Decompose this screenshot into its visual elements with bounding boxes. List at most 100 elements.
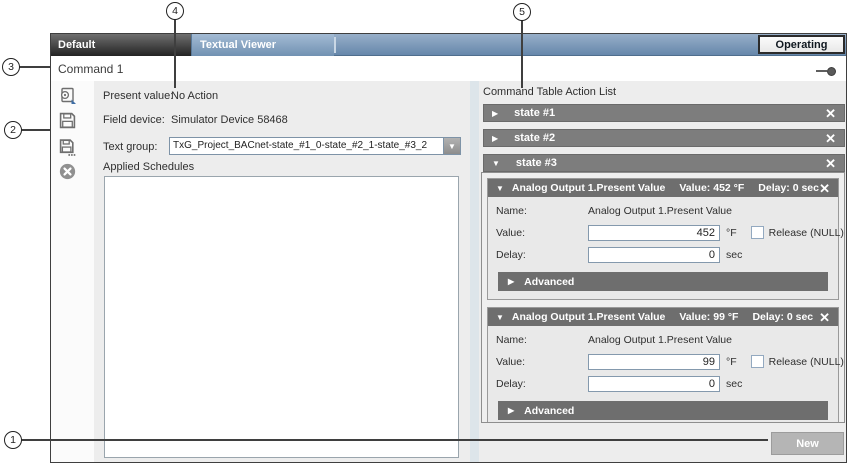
text-group-value: TxG_Project_BACnet-state_#1_0-state_#2_1… [173, 140, 427, 151]
state-1-header[interactable]: ▶ state #1 ✕ [483, 104, 845, 122]
tab-default[interactable]: Default [51, 34, 191, 56]
panel-divider [470, 81, 479, 462]
screenshot-canvas: Default Textual Viewer Operating Command… [0, 0, 850, 468]
delay-row: Delay: sec [496, 246, 830, 263]
callout-5: 5 [513, 3, 531, 21]
tab-separator [334, 37, 336, 53]
state-3-label: state #3 [516, 157, 557, 169]
collapse-icon: ▼ [496, 184, 504, 193]
tab-bar: Default Textual Viewer Operating [51, 34, 846, 56]
value-unit: °F [726, 356, 737, 368]
state-2-label: state #2 [514, 132, 555, 144]
content-area: Present value: No Action Field device: S… [51, 81, 846, 462]
action-list-title: Command Table Action List [483, 86, 616, 98]
value-label: Value: [496, 227, 588, 239]
callout-4: 4 [166, 2, 184, 20]
action-panel: ▼ Analog Output 1.Present Value Value: 4… [487, 178, 839, 300]
close-icon[interactable]: ✕ [819, 311, 830, 324]
delay-input[interactable] [588, 247, 720, 263]
action-title: Analog Output 1.Present Value [512, 182, 665, 194]
value-row: Value: °F Release (NULL) [496, 353, 830, 370]
delay-unit: sec [726, 249, 742, 261]
callout-5-line [521, 20, 523, 88]
release-label: Release (NULL) [769, 227, 844, 239]
release-label: Release (NULL) [769, 356, 844, 368]
delay-row: Delay: sec [496, 375, 830, 392]
delay-label: Delay: [496, 378, 588, 390]
new-button[interactable]: New [771, 432, 844, 455]
action-title: Analog Output 1.Present Value [512, 311, 665, 323]
collapse-icon: ▼ [492, 159, 500, 168]
present-value: No Action [171, 90, 218, 102]
pin-icon[interactable] [816, 67, 836, 76]
state-1-label: state #1 [514, 107, 555, 119]
name-label: Name: [496, 205, 588, 217]
field-device: Simulator Device 58468 [171, 114, 288, 126]
release-checkbox[interactable] [751, 355, 764, 368]
action-summary-delay: Delay: 0 sec [758, 182, 819, 194]
advanced-label: Advanced [524, 405, 574, 417]
delay-unit: sec [726, 378, 742, 390]
dropdown-arrow-icon[interactable]: ▼ [443, 138, 460, 154]
state-3-header[interactable]: ▼ state #3 ✕ [483, 154, 845, 172]
callout-2-line [21, 129, 50, 131]
save-as-icon[interactable] [59, 139, 77, 157]
tab-textual-viewer[interactable]: Textual Viewer [191, 34, 334, 56]
text-group-label: Text group: [103, 141, 157, 153]
save-icon[interactable] [59, 112, 77, 130]
app-window: Default Textual Viewer Operating Command… [50, 33, 847, 463]
action-panel: ▼ Analog Output 1.Present Value Value: 9… [487, 307, 839, 423]
action-header[interactable]: ▼ Analog Output 1.Present Value Value: 9… [488, 308, 838, 326]
advanced-toggle[interactable]: ▶ Advanced [498, 272, 828, 291]
collapse-icon: ▼ [496, 313, 504, 322]
command-header: Command 1 [51, 56, 846, 81]
pin-line [816, 70, 827, 72]
advanced-toggle[interactable]: ▶ Advanced [498, 401, 828, 420]
execute-command-icon[interactable] [59, 87, 77, 105]
close-icon[interactable]: ✕ [825, 157, 836, 170]
callout-4-line [174, 19, 176, 88]
present-value-label: Present value: [103, 90, 173, 102]
applied-schedules-label: Applied Schedules [103, 161, 194, 173]
value-label: Value: [496, 356, 588, 368]
expand-icon: ▶ [508, 277, 514, 286]
delay-label: Delay: [496, 249, 588, 261]
value-unit: °F [726, 227, 737, 239]
delete-icon[interactable] [59, 163, 77, 181]
action-summary-value: Value: 452 °F [679, 182, 744, 194]
toolbar [51, 81, 94, 462]
state-2-header[interactable]: ▶ state #2 ✕ [483, 129, 845, 147]
text-group-select[interactable]: TxG_Project_BACnet-state_#1_0-state_#2_1… [169, 137, 461, 155]
page-title: Command 1 [58, 62, 123, 76]
applied-schedules-list[interactable] [104, 176, 459, 458]
callout-1: 1 [4, 431, 22, 449]
name-row: Name: Analog Output 1.Present Value [496, 331, 830, 348]
advanced-label: Advanced [524, 276, 574, 288]
close-icon[interactable]: ✕ [825, 132, 836, 145]
close-icon[interactable]: ✕ [819, 182, 830, 195]
value-input[interactable] [588, 354, 720, 370]
expand-icon: ▶ [492, 109, 498, 118]
operating-mode-button[interactable]: Operating [758, 35, 845, 54]
name-row: Name: Analog Output 1.Present Value [496, 202, 830, 219]
pin-dot [827, 67, 836, 76]
callout-1-line [21, 439, 768, 441]
expand-icon: ▶ [508, 406, 514, 415]
action-summary-value: Value: 99 °F [679, 311, 738, 323]
state-3-container: ▼ Analog Output 1.Present Value Value: 4… [481, 172, 845, 423]
value-input[interactable] [588, 225, 720, 241]
action-name: Analog Output 1.Present Value [588, 205, 732, 217]
expand-icon: ▶ [492, 134, 498, 143]
close-icon[interactable]: ✕ [825, 107, 836, 120]
value-row: Value: °F Release (NULL) [496, 224, 830, 241]
action-summary-delay: Delay: 0 sec [752, 311, 813, 323]
field-device-label: Field device: [103, 114, 165, 126]
name-label: Name: [496, 334, 588, 346]
release-checkbox[interactable] [751, 226, 764, 239]
delay-input[interactable] [588, 376, 720, 392]
callout-3: 3 [2, 58, 20, 76]
callout-2: 2 [4, 121, 22, 139]
action-name: Analog Output 1.Present Value [588, 334, 732, 346]
action-header[interactable]: ▼ Analog Output 1.Present Value Value: 4… [488, 179, 838, 197]
callout-3-line [19, 66, 50, 68]
